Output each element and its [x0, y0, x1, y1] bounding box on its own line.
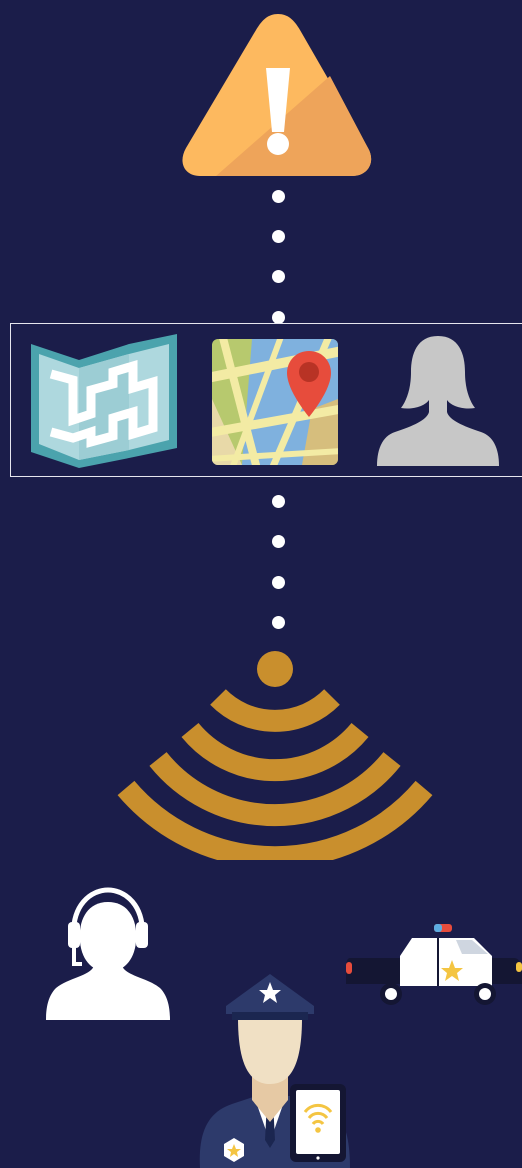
connector-dot — [272, 535, 285, 548]
connector-dot — [272, 616, 285, 629]
connector-dot — [272, 230, 285, 243]
info-sources-panel — [10, 323, 522, 477]
connector-dot — [272, 270, 285, 283]
folded-map-icon — [29, 332, 179, 468]
map-pin-icon — [212, 339, 338, 465]
female-avatar-icon — [377, 334, 499, 466]
headset-operator-icon — [44, 886, 172, 1022]
connector-dot — [272, 495, 285, 508]
connector-dot — [272, 190, 285, 203]
warning-triangle-icon — [180, 10, 376, 180]
police-car-icon — [346, 922, 522, 1008]
police-officer-tablet-icon — [192, 972, 362, 1168]
connector-dot — [272, 576, 285, 589]
wifi-signal-icon — [110, 645, 440, 860]
